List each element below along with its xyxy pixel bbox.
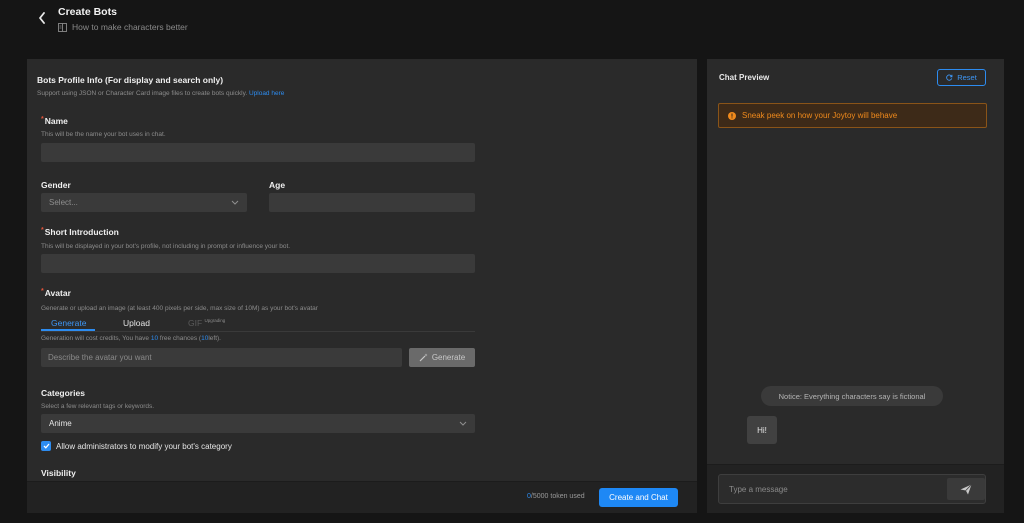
age-label: Age xyxy=(269,180,286,190)
gender-label: Gender xyxy=(41,180,71,190)
top-bar: Create Bots How to make characters bette… xyxy=(0,0,1024,50)
chat-preview-title: Chat Preview xyxy=(719,73,770,82)
short-intro-hint: This will be displayed in your bot's pro… xyxy=(41,243,291,250)
categories-label: Categories xyxy=(41,388,85,398)
categories-selected: Anime xyxy=(49,419,72,428)
magic-wand-icon xyxy=(419,353,428,362)
chevron-down-icon xyxy=(459,421,467,426)
refresh-icon xyxy=(946,74,953,81)
form-footer: 0/5000 token used Create and Chat xyxy=(27,481,697,513)
allow-admin-row: Allow administrators to modify your bot'… xyxy=(41,441,232,451)
check-icon xyxy=(43,443,49,449)
guide-link[interactable]: How to make characters better xyxy=(58,22,188,32)
avatar-label-text: Avatar xyxy=(44,288,71,298)
reset-button[interactable]: Reset xyxy=(937,69,986,86)
credits-text: free chances ( xyxy=(159,335,202,342)
send-button[interactable] xyxy=(947,478,985,500)
create-and-chat-button[interactable]: Create and Chat xyxy=(599,488,678,507)
bot-message-bubble: Hi! xyxy=(747,416,777,444)
credits-info: Generation will cost credits, You have 1… xyxy=(41,335,221,342)
upgrading-badge: Upgrading xyxy=(204,318,226,323)
tab-generate[interactable]: Generate xyxy=(51,318,86,328)
profile-hint-text: Support using JSON or Character Card ima… xyxy=(37,90,248,97)
message-input[interactable]: Type a message xyxy=(718,474,986,504)
upload-here-link[interactable]: Upload here xyxy=(249,90,284,97)
back-button[interactable] xyxy=(34,10,50,26)
generate-avatar-button[interactable]: Generate xyxy=(409,348,475,367)
preview-banner: Sneak peek on how your Joytoy will behav… xyxy=(718,103,987,128)
message-placeholder: Type a message xyxy=(729,485,788,494)
required-marker: * xyxy=(41,227,44,234)
bot-form-panel: Bots Profile Info (For display and searc… xyxy=(27,59,697,513)
short-intro-label-text: Short Introduction xyxy=(44,227,119,237)
allow-admin-checkbox[interactable] xyxy=(41,441,51,451)
short-intro-input[interactable] xyxy=(41,254,475,273)
avatar-hint: Generate or upload an image (at least 40… xyxy=(41,305,318,312)
name-input[interactable] xyxy=(41,143,475,162)
profile-section-title: Bots Profile Info (For display and searc… xyxy=(37,75,224,85)
avatar-prompt-placeholder: Describe the avatar you want xyxy=(48,353,152,362)
avatar-prompt-input[interactable]: Describe the avatar you want xyxy=(41,348,402,367)
allow-admin-label: Allow administrators to modify your bot'… xyxy=(56,441,232,451)
name-hint: This will be the name your bot uses in c… xyxy=(41,131,166,138)
chevron-down-icon xyxy=(231,200,239,205)
chat-footer: Type a message xyxy=(707,464,1004,513)
tab-gif-label: GIF xyxy=(188,318,203,328)
credits-text: left). xyxy=(208,335,221,342)
categories-select[interactable]: Anime xyxy=(41,414,475,433)
guide-link-label: How to make characters better xyxy=(72,22,188,32)
required-marker: * xyxy=(41,116,44,123)
token-counter: 0/5000 token used xyxy=(527,493,585,500)
name-label-text: Name xyxy=(44,116,68,126)
short-intro-label: *Short Introduction xyxy=(41,227,119,237)
send-icon xyxy=(960,483,972,494)
avatar-label: *Avatar xyxy=(41,288,71,298)
info-icon xyxy=(728,111,736,120)
fiction-notice: Notice: Everything characters say is fic… xyxy=(761,386,943,406)
chevron-left-icon xyxy=(39,12,45,24)
name-label: *Name xyxy=(41,116,68,126)
generate-label: Generate xyxy=(431,353,466,362)
page-title: Create Bots xyxy=(58,6,117,18)
credits-text: Generation will cost credits, You have xyxy=(41,335,150,342)
categories-hint: Select a few relevant tags or keywords. xyxy=(41,403,155,410)
reset-label: Reset xyxy=(957,73,977,82)
profile-hint: Support using JSON or Character Card ima… xyxy=(37,90,284,97)
tab-upload[interactable]: Upload xyxy=(123,318,150,328)
visibility-label: Visibility xyxy=(41,468,76,478)
tab-gif[interactable]: GIF Upgrading xyxy=(188,318,225,328)
preview-banner-text: Sneak peek on how your Joytoy will behav… xyxy=(742,111,898,120)
chat-preview-panel: Chat Preview Reset Sneak peek on how you… xyxy=(707,59,1004,513)
book-icon xyxy=(58,22,67,32)
gender-placeholder: Select... xyxy=(49,198,78,207)
tab-divider xyxy=(41,331,475,332)
age-input[interactable] xyxy=(269,193,475,212)
token-total: /5000 token used xyxy=(530,493,585,500)
form-scroll-area[interactable]: Bots Profile Info (For display and searc… xyxy=(27,59,697,481)
required-marker: * xyxy=(41,288,44,295)
free-count: 10 xyxy=(150,335,159,342)
gender-select[interactable]: Select... xyxy=(41,193,247,212)
